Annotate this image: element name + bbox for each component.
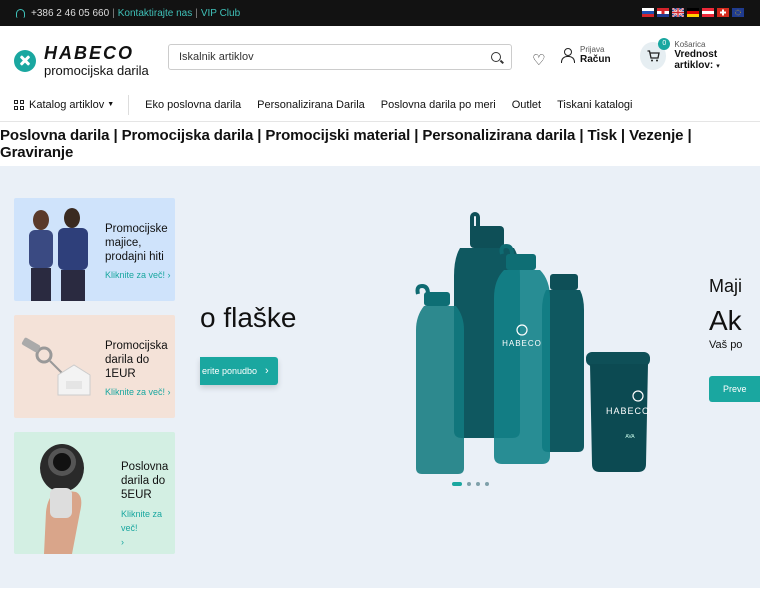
nav-link-outlet[interactable]: Outlet: [512, 99, 541, 111]
promo-card-link[interactable]: Kliknite za več!: [121, 509, 162, 533]
camera-in-hand-image: [40, 444, 84, 554]
language-flags: [642, 8, 744, 17]
carousel-dot[interactable]: [467, 482, 471, 486]
hero-section: Promocijske majice, prodajni hiti Klikni…: [0, 166, 760, 588]
grid-icon: [14, 99, 24, 110]
catalog-label: Katalog artiklov: [29, 98, 105, 111]
next-slide-line3: Vaš po: [709, 339, 743, 351]
cart-button[interactable]: 0 Košarica Vrednost artiklov: ▾: [640, 37, 760, 71]
account-button[interactable]: Prijava Račun: [560, 45, 611, 65]
slide-title: o flaške: [200, 302, 297, 333]
carousel-dot[interactable]: [452, 482, 462, 486]
logo-brand-text: HABECO: [44, 43, 135, 63]
nav-link-personalizirana[interactable]: Personalizirana Darila: [257, 99, 365, 111]
croatia-flag-icon[interactable]: [657, 8, 669, 17]
headset-icon: [16, 8, 25, 18]
chevron-right-icon: ›: [167, 270, 171, 280]
switzerland-flag-icon[interactable]: [717, 8, 729, 17]
next-slide-button[interactable]: Preve: [709, 376, 760, 402]
phone-number[interactable]: +386 2 46 05 660: [31, 8, 109, 19]
germany-flag-icon[interactable]: [687, 8, 699, 17]
chevron-right-icon: ›: [265, 365, 269, 377]
carousel-dot[interactable]: [476, 482, 480, 486]
promo-card-title: Promocijske majice, prodajni hiti: [105, 223, 168, 263]
austria-flag-icon[interactable]: [702, 8, 714, 17]
catalog-menu[interactable]: Katalog artiklov ▼: [14, 94, 130, 115]
promo-card-5eur[interactable]: Poslovna darila do 5EUR Kliknite za več!…: [14, 432, 175, 554]
separator: |: [112, 7, 115, 19]
cart-count-badge: 0: [658, 37, 671, 50]
slide-offer-button[interactable]: erite ponudbo ›: [200, 357, 278, 385]
keychain-image: [21, 337, 91, 396]
vip-club-link[interactable]: VIP Club: [201, 8, 240, 19]
cup-brand-text: HABECO: [606, 406, 650, 416]
wishlist-heart-icon[interactable]: ♡: [532, 51, 545, 69]
caret-down-icon: ▼: [107, 101, 115, 108]
slovenia-flag-icon[interactable]: [642, 8, 654, 17]
logo-x-icon: [14, 49, 36, 72]
carousel-dots: [452, 482, 489, 486]
cart-icon: 0: [640, 37, 671, 70]
nav-link-po-meri[interactable]: Poslovna darila po meri: [381, 99, 496, 111]
chevron-right-icon: ›: [167, 387, 171, 397]
next-slide-preview: Maji Ak Vaš po: [709, 276, 742, 351]
bottle-brand-text: HABECO: [502, 339, 542, 348]
habeco-logo[interactable]: HABECO promocijska darila: [14, 44, 149, 77]
logo-subtitle: promocijska darila: [44, 63, 149, 78]
user-icon: [560, 48, 575, 63]
uk-flag-icon[interactable]: [672, 8, 684, 17]
promo-card-link[interactable]: Kliknite za več!: [105, 387, 165, 397]
cart-label: Košarica: [674, 40, 706, 49]
cart-glyph-icon: [647, 49, 660, 61]
top-bar: +386 2 46 05 660 | Kontaktirajte nas | V…: [0, 0, 760, 26]
promo-card-title: Promocijska darila do 1EUR: [105, 340, 168, 380]
promo-card-link[interactable]: Kliknite za več!: [105, 270, 165, 280]
promo-card-title: Poslovna darila do 5EUR: [121, 461, 169, 501]
chevron-down-icon: ▾: [716, 63, 720, 70]
next-slide-line1: Maji: [709, 276, 743, 296]
search-box: [168, 44, 512, 70]
promo-card-1eur[interactable]: Promocijska darila do 1EUR Kliknite za v…: [14, 315, 175, 418]
cup-small-text: AVA: [625, 434, 635, 440]
water-bottles-image: HABECO HABECO AVA: [415, 212, 650, 474]
page-tagline: Poslovna darila | Promocijska darila | P…: [0, 127, 692, 161]
chevron-right-icon: ›: [121, 537, 124, 547]
eu-flag-icon[interactable]: [732, 8, 744, 17]
slide-offer-label: erite ponudbo: [202, 366, 258, 376]
search-icon[interactable]: [491, 52, 501, 62]
separator: |: [195, 7, 198, 19]
site-header: HABECO promocijska darila ♡ Prijava Raču…: [0, 26, 760, 88]
carousel-dot[interactable]: [485, 482, 489, 486]
search-input[interactable]: [179, 51, 491, 63]
tshirt-models-image: [29, 208, 88, 301]
account-label: Račun: [580, 54, 611, 65]
main-nav: Katalog artiklov ▼ Eko poslovna darila P…: [0, 88, 760, 122]
promo-card-majice[interactable]: Promocijske majice, prodajni hiti Klikni…: [14, 198, 175, 301]
next-slide-line2: Ak: [709, 305, 742, 336]
nav-link-eko[interactable]: Eko poslovna darila: [145, 99, 241, 111]
nav-link-katalogi[interactable]: Tiskani katalogi: [557, 99, 632, 111]
cart-value-label: Vrednost artiklov:: [674, 49, 718, 71]
contact-link[interactable]: Kontaktirajte nas: [118, 8, 193, 19]
login-label: Prijava: [580, 45, 605, 54]
